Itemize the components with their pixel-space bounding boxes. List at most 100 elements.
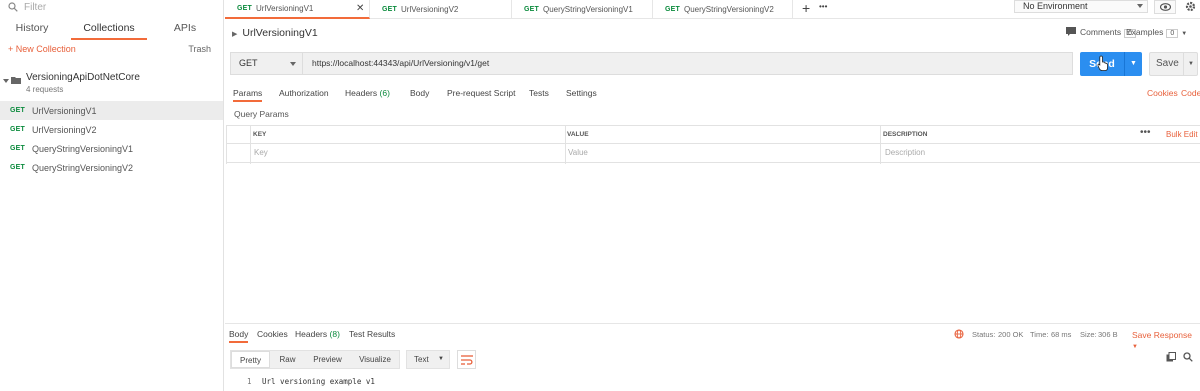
method-badge: GET (524, 6, 539, 13)
response-headers-label: Headers (295, 329, 328, 339)
tab-tests[interactable]: Tests (529, 88, 549, 102)
tab-params[interactable]: Params (233, 88, 263, 102)
chevron-down-icon (1137, 4, 1143, 8)
add-tab-button[interactable]: + (802, 0, 810, 17)
method-value: GET (239, 58, 258, 68)
bulk-edit-link[interactable]: Bulk Edit (1166, 130, 1198, 139)
tab-settings[interactable]: Settings (566, 88, 597, 102)
save-response-label: Save Response (1132, 330, 1193, 340)
sidebar: Filter History Collections APIs + New Co… (0, 0, 224, 391)
response-tab-body[interactable]: Body (229, 329, 249, 343)
more-tabs-button[interactable]: ••• (819, 2, 827, 11)
wrap-lines-button[interactable] (457, 350, 476, 369)
tab-label: QueryStringVersioningV1 (543, 5, 633, 14)
copy-icon[interactable] (1166, 352, 1176, 362)
method-badge: GET (10, 126, 25, 133)
view-preview-button[interactable]: Preview (305, 351, 350, 368)
request-item[interactable]: GET QueryStringVersioningV1 (0, 139, 223, 158)
format-value: Text (414, 355, 429, 364)
request-title[interactable]: ▶ UrlVersioningV1 (232, 27, 318, 39)
request-tab[interactable]: GET UrlVersioningV2 (370, 0, 512, 19)
request-tab[interactable]: GET UrlVersioningV1 ✕ (225, 0, 370, 19)
send-options-chevron-icon[interactable]: ▼ (1124, 52, 1142, 76)
status-label: Status: (972, 330, 996, 339)
view-visualize-button[interactable]: Visualize (350, 351, 400, 368)
comments-label: Comments (1080, 27, 1122, 37)
method-select[interactable]: GET (230, 52, 303, 75)
tab-headers[interactable]: Headers (6) (345, 88, 390, 102)
method-badge: GET (665, 6, 680, 13)
save-response-button[interactable]: Save Response ▼ (1132, 330, 1200, 350)
send-button[interactable]: Send ▼ (1080, 52, 1142, 76)
tab-headers-count: (6) (379, 88, 390, 98)
examples-label: Examples (1126, 27, 1164, 37)
tab-authorization[interactable]: Authorization (279, 88, 329, 102)
response-tab-cookies[interactable]: Cookies (257, 329, 288, 343)
column-header-value: VALUE (541, 125, 856, 144)
request-tab[interactable]: GET QueryStringVersioningV2 (653, 0, 793, 19)
request-item[interactable]: GET UrlVersioningV2 (0, 120, 223, 139)
tab-history[interactable]: History (0, 20, 64, 40)
divider (565, 125, 566, 164)
close-icon[interactable]: ✕ (356, 3, 364, 14)
chevron-down-icon (290, 62, 296, 66)
request-item[interactable]: GET QueryStringVersioningV2 (0, 158, 223, 177)
save-options-chevron-icon[interactable]: ▼ (1183, 53, 1198, 75)
response-body-text: Url versioning example v1 (262, 377, 375, 386)
url-input[interactable]: https://localhost:44343/api/UrlVersionin… (302, 52, 1073, 75)
key-input[interactable]: Key (226, 144, 541, 163)
response-tab-headers[interactable]: Headers (8) (295, 329, 340, 343)
search-icon[interactable] (1183, 352, 1193, 362)
method-badge: GET (10, 145, 25, 152)
tab-label: UrlVersioningV2 (401, 5, 459, 14)
save-label: Save (1156, 58, 1179, 69)
tab-body[interactable]: Body (410, 88, 429, 102)
divider (226, 125, 227, 164)
response-tab-test-results[interactable]: Test Results (349, 329, 395, 343)
response-view-toggle: Pretty Raw Preview Visualize (230, 350, 400, 369)
chevron-down-icon: ▼ (438, 356, 444, 362)
tab-collections[interactable]: Collections (71, 20, 147, 40)
save-button[interactable]: Save ▼ (1149, 52, 1198, 76)
table-options-button[interactable]: ••• (1140, 127, 1151, 138)
settings-button[interactable] (1182, 0, 1200, 14)
view-raw-button[interactable]: Raw (270, 351, 305, 368)
request-name: UrlVersioningV2 (32, 124, 97, 135)
environment-select[interactable]: No Environment (1014, 0, 1148, 13)
new-collection-button[interactable]: + New Collection (8, 44, 76, 54)
chevron-down-icon: ▼ (1132, 344, 1138, 350)
time-value: 68 ms (1051, 330, 1072, 339)
chevron-right-icon[interactable]: ▶ (232, 31, 237, 38)
request-title-text: UrlVersioningV1 (242, 27, 318, 39)
tab-prerequest-script[interactable]: Pre-request Script (447, 88, 516, 102)
value-input[interactable]: Value (541, 144, 856, 163)
trash-button[interactable]: Trash (188, 44, 211, 54)
size-value: 306 B (1098, 330, 1118, 339)
filter-input[interactable]: Filter (0, 0, 223, 14)
view-pretty-button[interactable]: Pretty (231, 351, 270, 368)
search-icon (8, 2, 18, 12)
comment-icon (1066, 27, 1076, 36)
time-label: Time: (1030, 330, 1049, 339)
request-tab[interactable]: GET QueryStringVersioningV1 (512, 0, 653, 19)
tab-apis[interactable]: APIs (160, 20, 210, 40)
quick-look-button[interactable] (1154, 0, 1176, 14)
tab-label: QueryStringVersioningV2 (684, 5, 774, 14)
filter-placeholder: Filter (24, 1, 47, 13)
description-input[interactable]: Description (856, 144, 1200, 163)
wrap-icon (461, 355, 473, 365)
request-item[interactable]: GET UrlVersioningV1 (0, 101, 223, 120)
request-name: QueryStringVersioningV2 (32, 162, 134, 173)
code-link[interactable]: Code (1181, 88, 1200, 98)
size-label: Size: (1080, 330, 1097, 339)
globe-icon[interactable] (954, 329, 964, 339)
examples-button[interactable]: Examples 0 ▼ (1126, 27, 1187, 38)
gear-icon (1185, 1, 1196, 12)
cookies-link[interactable]: Cookies (1147, 88, 1178, 98)
collection-item[interactable]: VersioningApiDotNetCore 4 requests (0, 70, 223, 98)
query-params-table: KEY VALUE DESCRIPTION Key Value Descript… (226, 125, 1200, 164)
format-select[interactable]: Text ▼ (406, 350, 450, 369)
method-badge: GET (237, 5, 252, 12)
chevron-down-icon[interactable] (3, 78, 9, 84)
method-badge: GET (10, 164, 25, 171)
